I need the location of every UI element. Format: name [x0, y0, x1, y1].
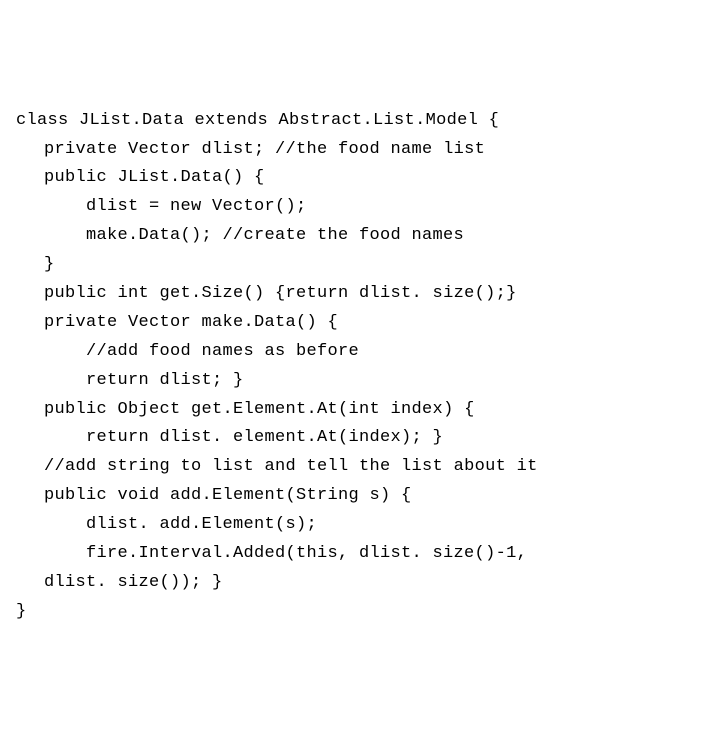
code-line-10: return dlist; }	[16, 367, 704, 396]
code-line-16: fire.Interval.Added(this, dlist. size()-…	[16, 540, 704, 569]
code-line-13: //add string to list and tell the list a…	[16, 453, 704, 482]
code-line-11: public Object get.Element.At(int index) …	[16, 396, 704, 425]
code-line-14: public void add.Element(String s) {	[16, 482, 704, 511]
code-line-17: dlist. size()); }	[16, 569, 704, 598]
code-line-3: public JList.Data() {	[16, 164, 704, 193]
code-line-9: //add food names as before	[16, 338, 704, 367]
code-line-8: private Vector make.Data() {	[16, 309, 704, 338]
code-line-15: dlist. add.Element(s);	[16, 511, 704, 540]
code-line-4: dlist = new Vector();	[16, 193, 704, 222]
code-line-5: make.Data(); //create the food names	[16, 222, 704, 251]
code-line-2: private Vector dlist; //the food name li…	[16, 136, 704, 165]
code-line-1: class JList.Data extends Abstract.List.M…	[16, 107, 704, 136]
code-line-6: }	[16, 251, 704, 280]
code-line-7: public int get.Size() {return dlist. siz…	[16, 280, 704, 309]
code-line-18: }	[16, 598, 704, 627]
code-line-12: return dlist. element.At(index); }	[16, 424, 704, 453]
